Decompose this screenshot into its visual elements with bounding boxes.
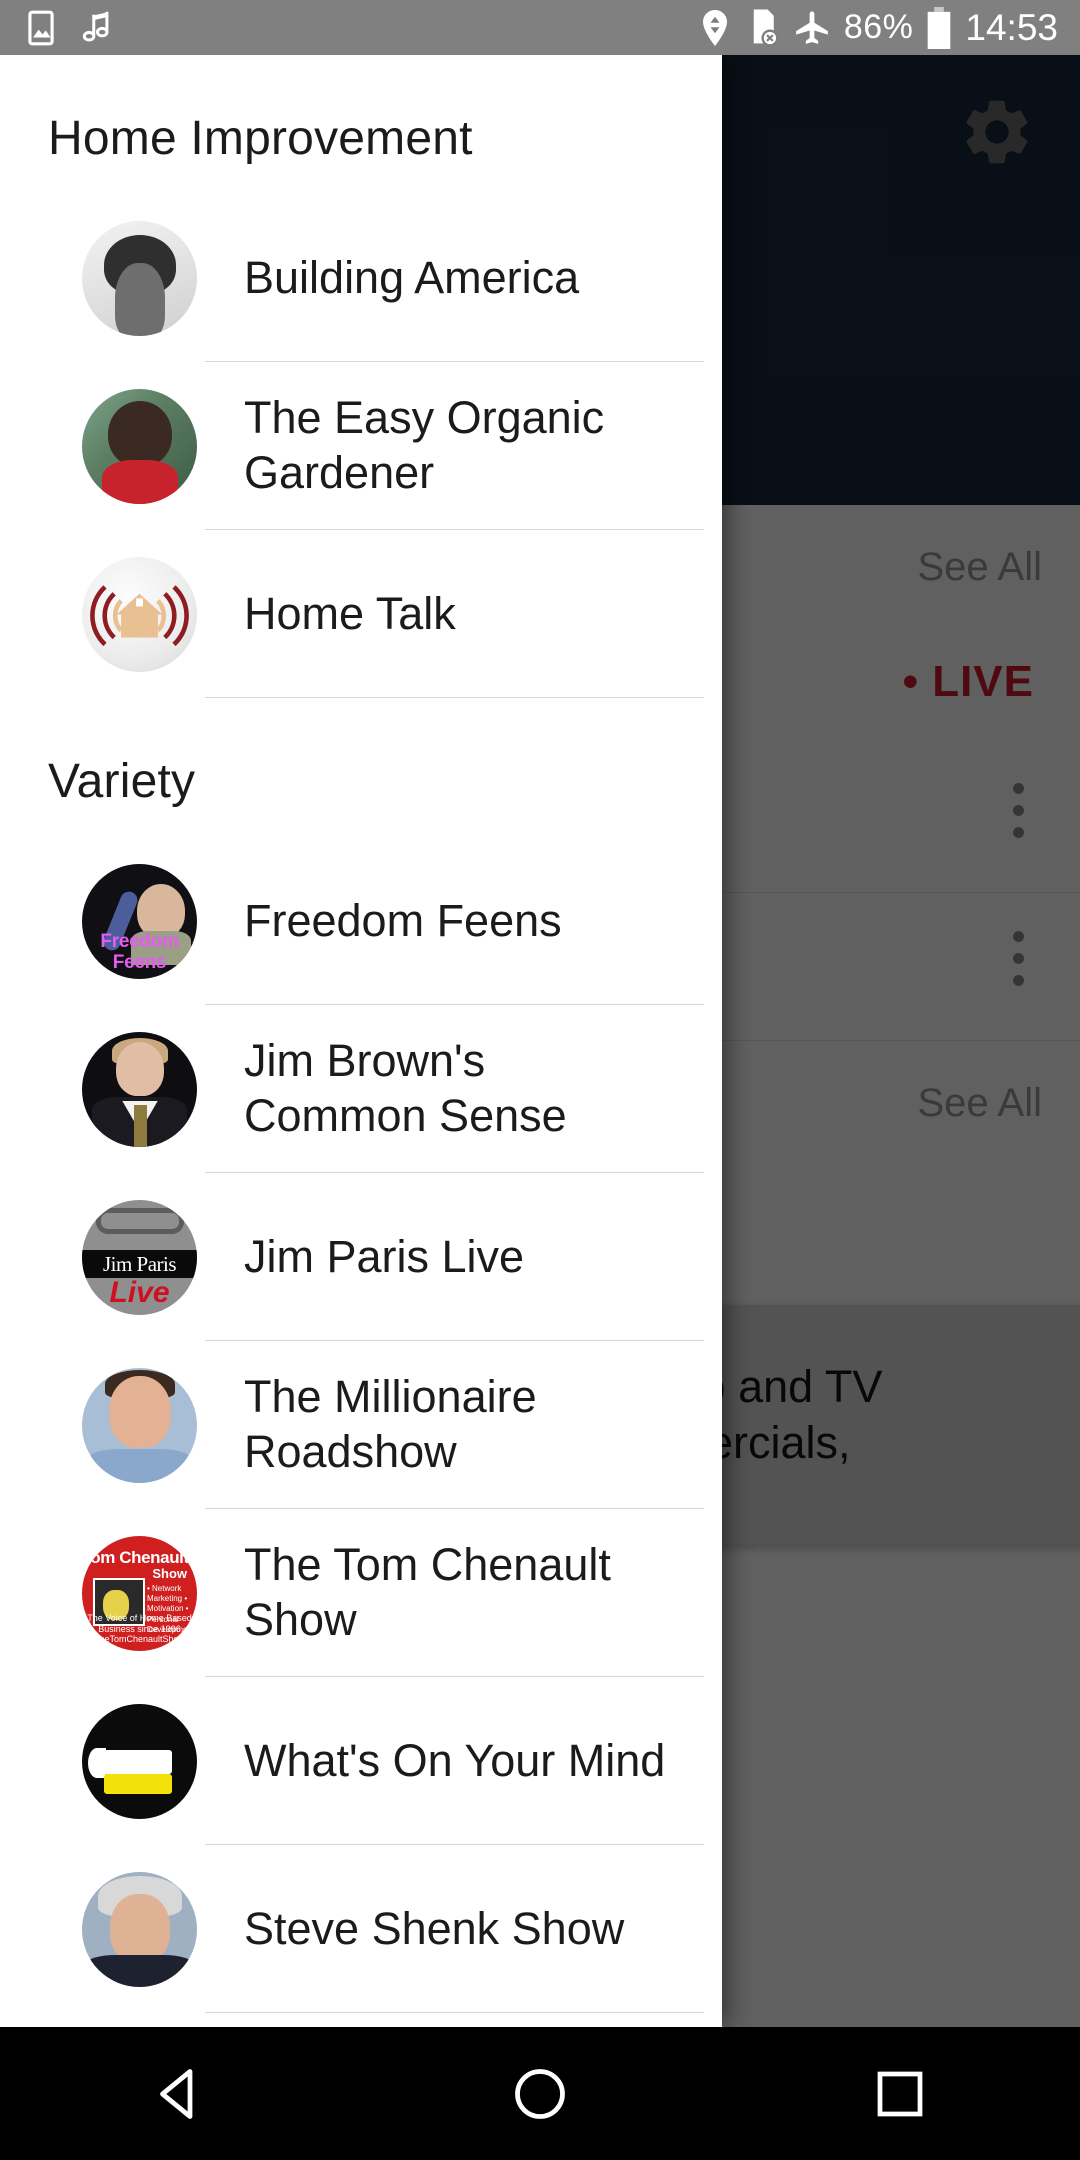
back-triangle-icon (160, 2068, 193, 2119)
drawer-item-label: Building America (244, 251, 580, 303)
section-title-home-improvement: Home Improvement (48, 112, 473, 165)
drawer-item-label: The Millionaire Roadshow (244, 1371, 537, 1477)
location-icon (702, 9, 727, 46)
divider (205, 697, 704, 698)
avatar-text-line-1: Freedom (100, 930, 179, 952)
drawer-item-jim-browns-common-sense[interactable]: Jim Brown's Common Sense (0, 1005, 722, 1173)
status-bar-right: 86% 14:53 (697, 6, 1058, 49)
music-note-icon (82, 11, 109, 42)
image-icon (28, 10, 54, 45)
avatar: Freedom Feens (82, 863, 197, 979)
nav-recents-button[interactable] (815, 2027, 985, 2160)
avatar-text-live: Live (109, 1275, 170, 1309)
drawer-item-label: Jim Brown's Common Sense (244, 1035, 567, 1141)
avatar: om Chenault Show • Network Marketing • M… (82, 1535, 197, 1651)
status-bar: 86% 14:53 (0, 0, 1080, 55)
navigation-drawer: Home Improvement Building America The Ea… (0, 55, 722, 2027)
airplane-mode-icon (796, 10, 828, 44)
avatar (82, 1703, 197, 1819)
avatar (82, 388, 197, 504)
drawer-item-label: Freedom Feens (244, 894, 562, 946)
drawer-item-freedom-feens[interactable]: Freedom Feens Freedom Feens (0, 837, 722, 1005)
avatar-text-show: Show (152, 1565, 187, 1581)
drawer-item-label: The Easy Organic Gardener (244, 392, 605, 498)
drawer-item-label: What's On Your Mind (244, 1734, 666, 1786)
drawer-scroll-area[interactable]: Home Improvement Building America The Ea… (0, 55, 722, 2013)
home-circle-icon (515, 2068, 565, 2119)
battery-icon (928, 6, 951, 49)
nav-back-button[interactable] (95, 2027, 265, 2160)
avatar-text-bottom: The Voice of Home Based Business since 1… (87, 1613, 192, 1645)
drawer-item-tom-chenault-show[interactable]: om Chenault Show • Network Marketing • M… (0, 1509, 722, 1677)
avatar-text-line-2: Feens (112, 951, 167, 973)
drawer-item-easy-organic-gardener[interactable]: The Easy Organic Gardener (0, 362, 722, 530)
avatar (82, 220, 197, 336)
avatar-text-name: Jim Paris (102, 1251, 177, 1276)
section-title-variety: Variety (48, 755, 196, 808)
avatar (82, 1871, 197, 1987)
clock: 14:53 (965, 6, 1058, 48)
drawer-item-label: Jim Paris Live (244, 1230, 525, 1282)
avatar: Jim Paris Live (82, 1199, 197, 1315)
drawer-item-label: Steve Shenk Show (244, 1902, 625, 1954)
recents-square-icon (877, 2071, 923, 2116)
nav-home-button[interactable] (455, 2027, 625, 2160)
drawer-item-building-america[interactable]: Building America (0, 194, 722, 362)
drawer-item-whats-on-your-mind[interactable]: What's On Your Mind (0, 1677, 722, 1845)
battery-percent: 86% (843, 8, 914, 46)
avatar (82, 1031, 197, 1147)
avatar (82, 1367, 197, 1483)
status-bar-left (22, 9, 116, 47)
sd-card-removed-icon (753, 9, 779, 46)
drawer-item-label: Home Talk (244, 587, 456, 639)
system-navigation-bar (0, 2027, 1080, 2160)
divider (205, 2012, 704, 2013)
drawer-item-jim-paris-live[interactable]: Jim Paris Live Jim Paris Live (0, 1173, 722, 1341)
avatar (82, 556, 197, 672)
drawer-item-home-talk[interactable]: Home Talk (0, 530, 722, 698)
avatar-text-title: om Chenault (90, 1547, 189, 1567)
home-radio-waves-icon (90, 584, 189, 646)
drawer-item-label: The Tom Chenault Show (244, 1539, 611, 1645)
drawer-item-millionaire-roadshow[interactable]: The Millionaire Roadshow (0, 1341, 722, 1509)
drawer-item-steve-shenk-show[interactable]: Steve Shenk Show (0, 1845, 722, 2013)
